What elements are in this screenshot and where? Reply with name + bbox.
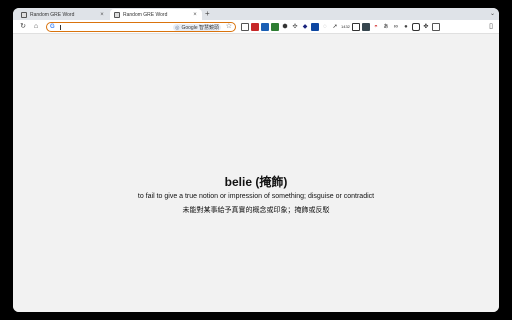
extension-arrow-icon[interactable]: ➚ bbox=[331, 23, 339, 31]
toolbar: ↻ ⌂ G ◎ Google 智慧鏡頭 ☆ ⬢ ✣ ◆ ◌ ➚ 1432 ◓ ぁ… bbox=[13, 20, 499, 34]
profile-icon[interactable]: ▯ bbox=[489, 23, 493, 31]
bookmark-star-icon[interactable]: ☆ bbox=[226, 23, 232, 31]
extension-box-icon[interactable] bbox=[351, 23, 360, 31]
tab-random-gre-word-1[interactable]: Random GRE Word × bbox=[17, 9, 109, 20]
reload-button[interactable]: ↻ bbox=[19, 23, 27, 31]
tab-search-chevron-icon[interactable]: ⌄ bbox=[490, 9, 495, 19]
extension-infinity-icon[interactable]: ∞ bbox=[392, 23, 400, 31]
google-g-icon: G bbox=[50, 24, 55, 30]
extension-dark-icon[interactable] bbox=[361, 23, 370, 31]
extensions-bar: ⬢ ✣ ◆ ◌ ➚ 1432 ◓ ぁ ∞ ● ✤ bbox=[241, 23, 440, 31]
extension-green-icon[interactable] bbox=[271, 23, 279, 31]
extension-blue-square-icon[interactable] bbox=[261, 23, 269, 31]
extension-translate-icon[interactable]: ぁ bbox=[382, 23, 390, 31]
page-favicon-icon bbox=[21, 11, 27, 18]
side-panel-icon[interactable] bbox=[431, 23, 440, 31]
page-content: belie (掩飾) to fail to give a true notion… bbox=[13, 35, 499, 312]
extensions-puzzle-icon[interactable]: ✤ bbox=[422, 23, 430, 31]
extension-pokeball-icon[interactable]: ◓ bbox=[372, 23, 380, 31]
lens-icon: ◎ bbox=[175, 24, 180, 31]
tab-title: Random GRE Word bbox=[30, 11, 75, 18]
tab-title: Random GRE Word bbox=[123, 11, 168, 18]
tab-random-gre-word-2[interactable]: Random GRE Word × bbox=[110, 9, 202, 20]
extension-dark-blue-icon[interactable] bbox=[311, 23, 319, 31]
text-caret bbox=[60, 25, 61, 30]
extension-screen-icon[interactable] bbox=[241, 23, 249, 31]
lens-label: Google 智慧鏡頭 bbox=[181, 25, 219, 31]
address-bar[interactable]: G ◎ Google 智慧鏡頭 ☆ bbox=[46, 22, 236, 32]
extension-dot-icon[interactable]: ● bbox=[402, 23, 410, 31]
home-button[interactable]: ⌂ bbox=[32, 23, 40, 31]
tab-close-icon[interactable]: × bbox=[99, 12, 105, 18]
word-headword: belie (掩飾) bbox=[224, 175, 288, 189]
extension-window-icon[interactable] bbox=[411, 23, 420, 31]
definition-chinese: 未能對某事給予真實的概念或印象；掩飾或反駁 bbox=[182, 207, 330, 214]
new-tab-button[interactable]: + bbox=[205, 9, 210, 19]
extension-puzzle-icon[interactable]: ✣ bbox=[291, 23, 299, 31]
tab-close-icon[interactable]: × bbox=[192, 12, 198, 18]
extension-shield-icon[interactable]: ⬢ bbox=[281, 23, 289, 31]
page-favicon-icon bbox=[114, 11, 120, 18]
extension-diamond-icon[interactable]: ◆ bbox=[301, 23, 309, 31]
extension-count-badge[interactable]: 1432 bbox=[341, 23, 350, 31]
google-lens-button[interactable]: ◎ Google 智慧鏡頭 bbox=[173, 24, 221, 31]
definition-english: to fail to give a true notion or impress… bbox=[137, 193, 375, 200]
tab-strip: Random GRE Word × Random GRE Word × + ⌄ bbox=[13, 8, 499, 20]
extension-grey-icon[interactable]: ◌ bbox=[321, 23, 329, 31]
browser-window: Random GRE Word × Random GRE Word × + ⌄ … bbox=[13, 8, 499, 312]
extension-red-icon[interactable] bbox=[251, 23, 259, 31]
